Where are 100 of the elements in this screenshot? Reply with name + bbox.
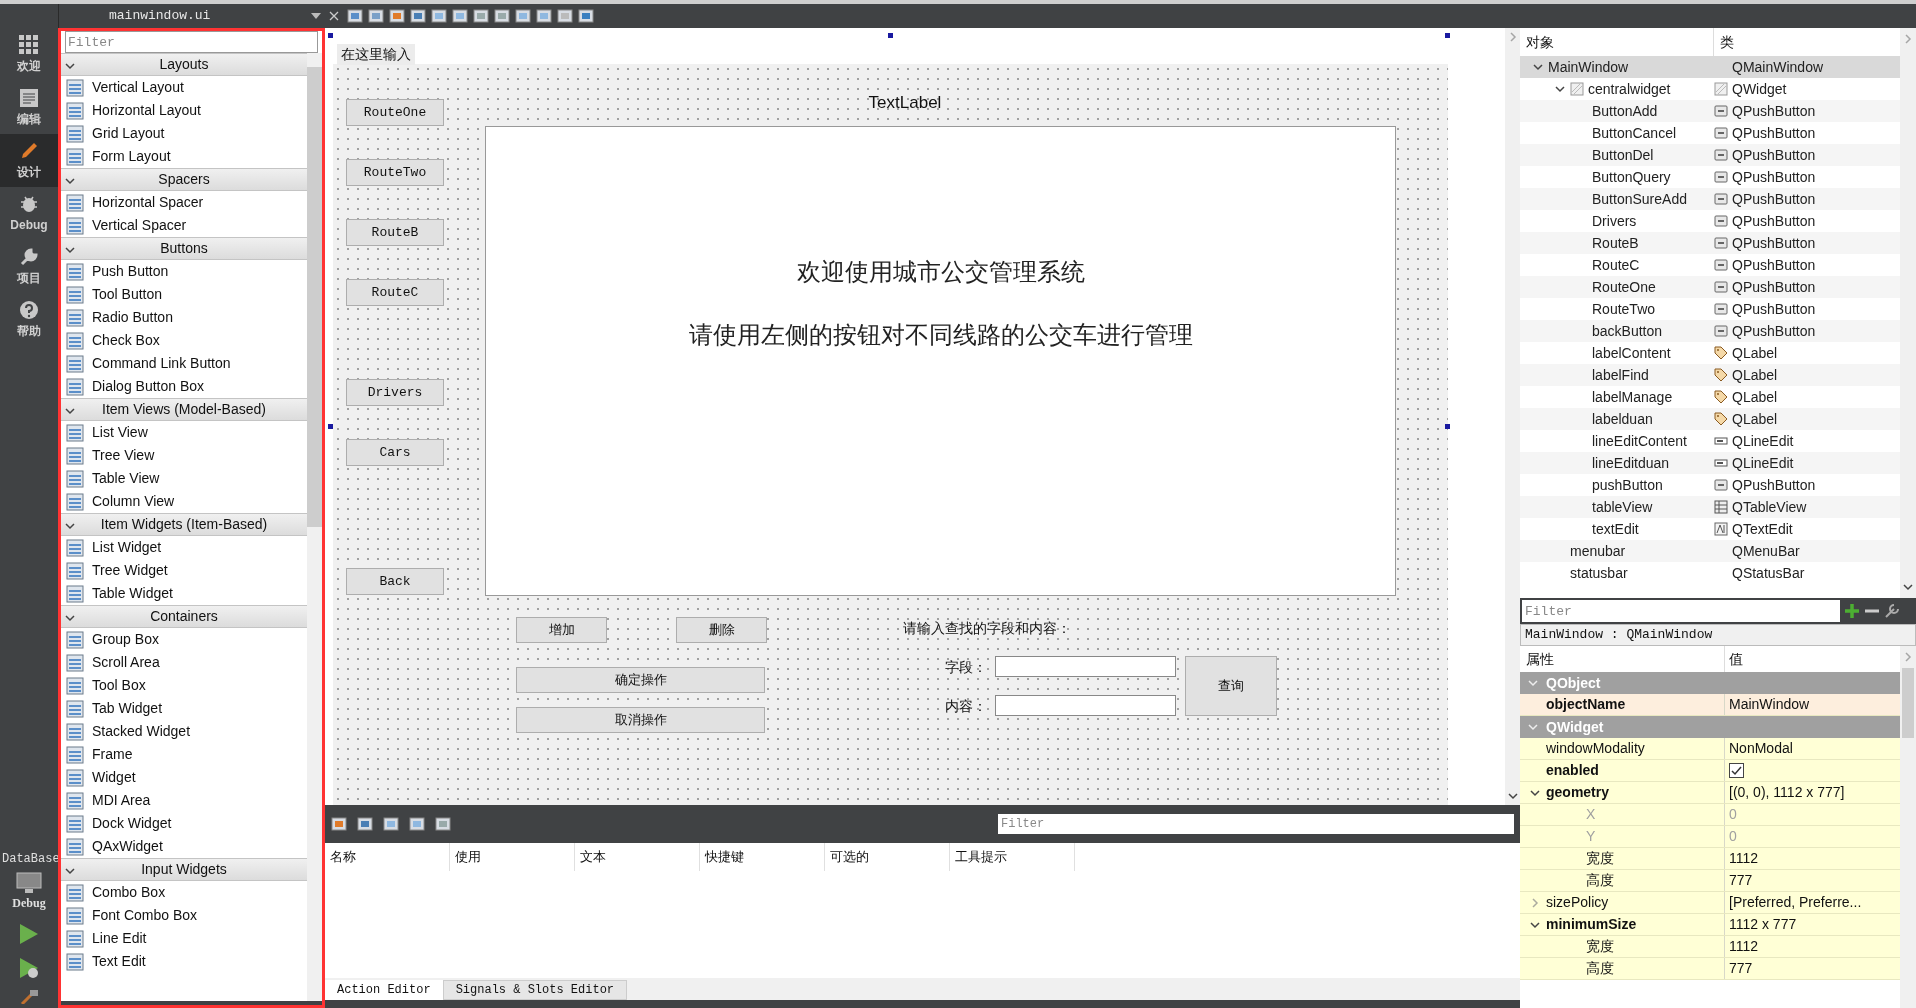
selection-handle[interactable] <box>328 33 333 38</box>
scrollbar[interactable] <box>307 53 322 1001</box>
widget-item[interactable]: Column View <box>61 490 307 513</box>
plus-icon[interactable] <box>1844 603 1860 619</box>
widget-item[interactable]: Check Box <box>61 329 307 352</box>
widget-item[interactable]: List Widget <box>61 536 307 559</box>
action-filter-field[interactable]: Filter <box>998 814 1514 834</box>
category-header[interactable]: Item Widgets (Item-Based) <box>61 513 307 536</box>
object-tree-row[interactable]: RouteB QPushButton <box>1520 232 1900 254</box>
column-header[interactable]: 快捷键 <box>700 843 825 871</box>
scroll-thumb[interactable] <box>1902 668 1914 738</box>
property-row[interactable]: 高度 777 <box>1520 870 1900 892</box>
widget-item[interactable]: Table View <box>61 467 307 490</box>
mode-button[interactable]: 编辑 <box>0 81 58 134</box>
property-row[interactable]: geometry [(0, 0), 1112 x 777] <box>1520 782 1900 804</box>
widget-item[interactable]: Scroll Area <box>61 651 307 674</box>
scroll-down-icon[interactable] <box>1903 582 1913 592</box>
widget-item[interactable]: Widget <box>61 766 307 789</box>
category-header[interactable]: Buttons <box>61 237 307 260</box>
field-input[interactable] <box>995 656 1176 677</box>
column-header[interactable]: 类 <box>1714 31 1734 53</box>
scrollbar[interactable] <box>1505 28 1520 805</box>
toolbar-icon[interactable] <box>347 8 363 24</box>
object-tree-row[interactable]: ButtonSureAdd QPushButton <box>1520 188 1900 210</box>
widget-item[interactable]: Vertical Spacer <box>61 214 307 237</box>
widget-item[interactable]: List View <box>61 421 307 444</box>
category-header[interactable]: Item Views (Model-Based) <box>61 398 307 421</box>
column-header[interactable]: 文本 <box>575 843 700 871</box>
confirm-button[interactable]: 确定操作 <box>516 667 765 693</box>
widget-item[interactable]: Dock Widget <box>61 812 307 835</box>
widget-item[interactable]: Tree Widget <box>61 559 307 582</box>
toolbar-icon[interactable] <box>389 8 405 24</box>
widget-item[interactable]: Frame <box>61 743 307 766</box>
object-tree-row[interactable]: MainWindow QMainWindow <box>1520 56 1900 78</box>
widget-item[interactable]: Push Button <box>61 260 307 283</box>
selection-handle[interactable] <box>328 424 333 429</box>
widget-item[interactable]: MDI Area <box>61 789 307 812</box>
toolbar-icon[interactable] <box>473 8 489 24</box>
selection-handle[interactable] <box>1445 33 1450 38</box>
widget-item[interactable]: Line Edit <box>61 927 307 950</box>
delete-button[interactable]: 删除 <box>676 617 767 643</box>
column-header[interactable]: 可选的 <box>825 843 950 871</box>
widget-item[interactable]: Command Link Button <box>61 352 307 375</box>
toolbar-icon[interactable] <box>331 816 347 832</box>
mode-button[interactable]: Debug <box>0 187 58 240</box>
property-row[interactable]: windowModality NonModal <box>1520 738 1900 760</box>
column-header[interactable]: 使用 <box>450 843 575 871</box>
route-button[interactable]: Back <box>346 568 444 595</box>
property-row[interactable]: 宽度 1112 <box>1520 848 1900 870</box>
column-header[interactable]: 名称 <box>325 843 450 871</box>
widget-item[interactable]: Horizontal Layout <box>61 99 307 122</box>
wrench-icon[interactable] <box>1884 603 1900 619</box>
toolbar-icon[interactable] <box>410 8 426 24</box>
property-row[interactable]: 高度 777 <box>1520 958 1900 980</box>
mode-button[interactable]: 项目 <box>0 240 58 293</box>
widget-item[interactable]: Radio Button <box>61 306 307 329</box>
add-button[interactable]: 增加 <box>516 617 607 643</box>
widget-item[interactable]: Form Layout <box>61 145 307 168</box>
object-tree-row[interactable]: backButton QPushButton <box>1520 320 1900 342</box>
widget-item[interactable]: Tool Box <box>61 674 307 697</box>
widget-item[interactable]: Horizontal Spacer <box>61 191 307 214</box>
text-edit[interactable]: 欢迎使用城市公交管理系统 请使用左侧的按钮对不同线路的公交车进行管理 <box>485 126 1396 596</box>
dropdown-caret-icon[interactable] <box>311 13 321 19</box>
route-button[interactable]: RouteOne <box>346 99 444 126</box>
widget-item[interactable]: Tab Widget <box>61 697 307 720</box>
object-tree-row[interactable]: ButtonAdd QPushButton <box>1520 100 1900 122</box>
scrollbar[interactable] <box>1900 646 1916 1008</box>
widget-item[interactable]: Dialog Button Box <box>61 375 307 398</box>
object-tree-row[interactable]: tableView QTableView <box>1520 496 1900 518</box>
object-tree-row[interactable]: lineEditduan QLineEdit <box>1520 452 1900 474</box>
hammer-icon[interactable] <box>18 990 40 1004</box>
widget-item[interactable]: Tool Button <box>61 283 307 306</box>
menu-placeholder[interactable]: 在这里输入 <box>337 44 415 65</box>
route-button[interactable]: RouteC <box>346 279 444 306</box>
mode-button[interactable]: 设计 <box>0 134 58 187</box>
widget-item[interactable]: Table Widget <box>61 582 307 605</box>
object-tree-row[interactable]: labelFind QLabel <box>1520 364 1900 386</box>
toolbar-icon[interactable] <box>368 8 384 24</box>
widget-item[interactable]: Group Box <box>61 628 307 651</box>
query-button[interactable]: 查询 <box>1185 656 1277 716</box>
scroll-down-icon[interactable] <box>1507 791 1518 801</box>
route-button[interactable]: Drivers <box>346 379 444 406</box>
mode-button[interactable]: 帮助 <box>0 293 58 346</box>
filter-field[interactable]: Filter <box>65 31 318 53</box>
toolbar-icon[interactable] <box>494 8 510 24</box>
property-filter-field[interactable]: Filter <box>1522 600 1840 622</box>
route-button[interactable]: RouteTwo <box>346 159 444 186</box>
widget-item[interactable]: Combo Box <box>61 881 307 904</box>
kit-selector[interactable]: Debug <box>0 872 58 912</box>
toolbar-icon[interactable] <box>409 816 425 832</box>
toolbar-icon[interactable] <box>357 816 373 832</box>
toolbar-icon[interactable] <box>383 816 399 832</box>
toolbar-icon[interactable] <box>515 8 531 24</box>
property-row[interactable]: minimumSize 1112 x 777 <box>1520 914 1900 936</box>
object-tree-row[interactable]: menubar QMenuBar <box>1520 540 1900 562</box>
toolbar-icon[interactable] <box>435 816 451 832</box>
widget-item[interactable]: Font Combo Box <box>61 904 307 927</box>
toolbar-icon[interactable] <box>536 8 552 24</box>
widget-item[interactable]: Grid Layout <box>61 122 307 145</box>
widget-item[interactable]: Tree View <box>61 444 307 467</box>
